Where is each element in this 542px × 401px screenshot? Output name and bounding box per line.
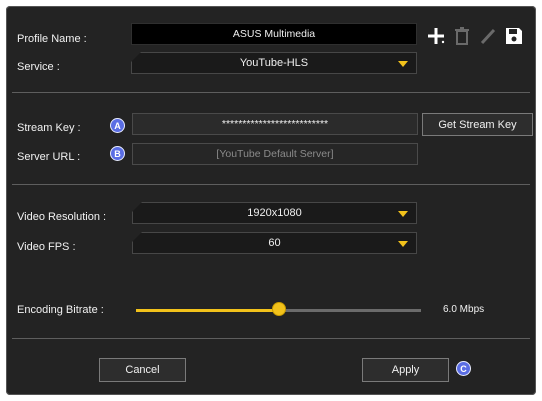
bitrate-slider-fill xyxy=(136,309,279,312)
get-stream-key-button[interactable]: Get Stream Key xyxy=(422,113,533,136)
stream-key-label: Stream Key : xyxy=(17,122,81,134)
trash-icon[interactable] xyxy=(452,26,472,46)
video-fps-select[interactable]: 60 xyxy=(132,232,417,254)
callout-badge-c: C xyxy=(456,361,471,376)
floppy-disk-icon[interactable] xyxy=(504,26,524,46)
profile-name-label: Profile Name : xyxy=(17,33,87,45)
divider xyxy=(12,184,530,185)
service-label: Service : xyxy=(17,61,60,73)
video-fps-value: 60 xyxy=(268,237,281,249)
callout-badge-a: A xyxy=(110,118,125,133)
stream-settings-panel: Profile Name : ASUS Multimedia Service :… xyxy=(6,6,536,395)
plus-icon[interactable] xyxy=(426,26,446,46)
pencil-icon[interactable] xyxy=(478,26,498,46)
chevron-down-icon xyxy=(398,241,408,247)
encoding-bitrate-label: Encoding Bitrate : xyxy=(17,304,104,316)
service-value: YouTube-HLS xyxy=(239,57,309,69)
stream-key-input[interactable]: ************************** xyxy=(132,113,418,135)
service-select[interactable]: YouTube-HLS xyxy=(131,52,417,74)
profile-name-input[interactable]: ASUS Multimedia xyxy=(131,23,417,45)
video-resolution-label: Video Resolution : xyxy=(17,211,107,223)
bitrate-slider-thumb[interactable] xyxy=(271,302,286,316)
cancel-button[interactable]: Cancel xyxy=(99,358,186,382)
server-url-input[interactable]: [YouTube Default Server] xyxy=(132,143,418,165)
chevron-down-icon xyxy=(398,211,408,217)
apply-button[interactable]: Apply xyxy=(362,358,449,382)
callout-badge-b: B xyxy=(110,146,125,161)
server-url-label: Server URL : xyxy=(17,151,81,163)
divider xyxy=(12,92,530,93)
chevron-down-icon xyxy=(398,61,408,67)
bitrate-value: 6.0 Mbps xyxy=(443,304,485,315)
video-resolution-select[interactable]: 1920x1080 xyxy=(132,202,417,224)
video-fps-label: Video FPS : xyxy=(17,241,76,253)
video-resolution-value: 1920x1080 xyxy=(247,207,302,219)
divider xyxy=(12,338,530,339)
